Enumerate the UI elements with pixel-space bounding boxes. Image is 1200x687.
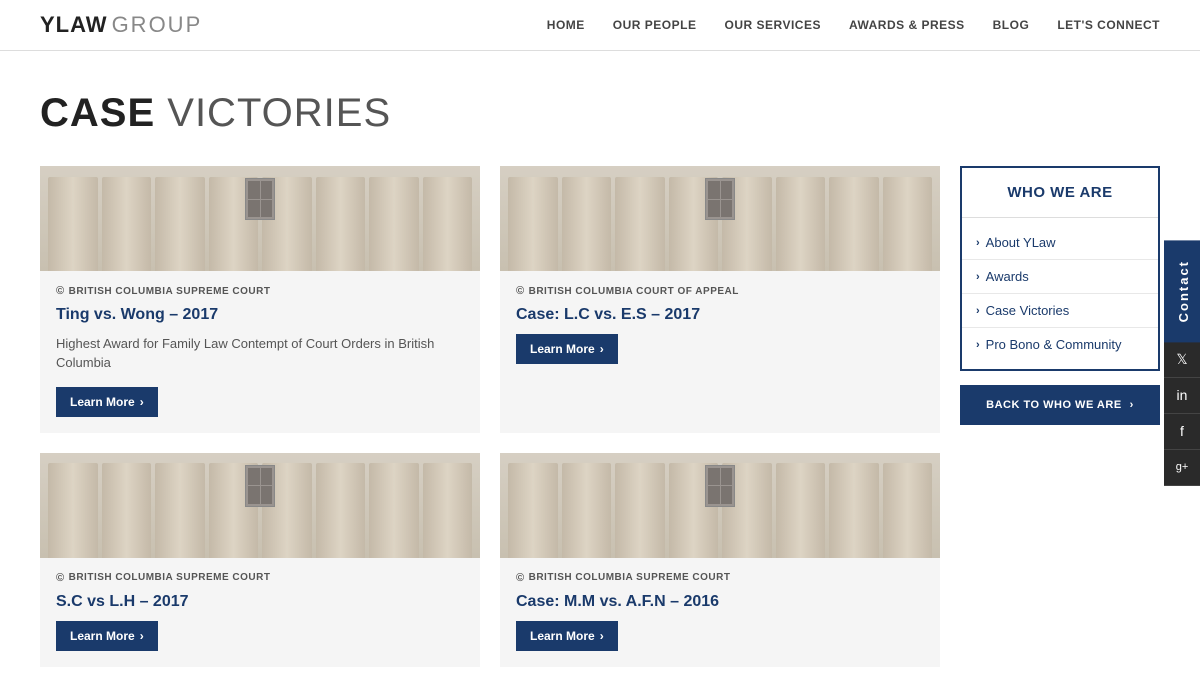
case-card: ©BRITISH COLUMBIA SUPREME COURT Ting vs. … <box>40 166 480 433</box>
social-icons: 𝕏infg+ <box>1164 342 1200 486</box>
case-image <box>40 453 480 558</box>
contact-bar: Contact 𝕏infg+ <box>1164 240 1200 486</box>
nav-item-our-people[interactable]: OUR PEOPLE <box>613 18 697 32</box>
chevron-right-icon: › <box>1130 399 1134 411</box>
case-title: Case: M.M vs. A.F.N – 2016 <box>516 592 924 613</box>
case-image <box>500 453 940 558</box>
logo-group: GROUP <box>112 12 203 38</box>
chevron-right-icon: › <box>976 305 980 317</box>
case-image <box>40 166 480 271</box>
page-title-light: VICTORIES <box>167 91 391 135</box>
nav-item-home[interactable]: HOME <box>547 18 585 32</box>
chevron-right-icon: › <box>976 339 980 351</box>
back-to-who-we-are-button[interactable]: BACK TO WHO WE ARE › <box>960 385 1160 425</box>
case-card: ©BRITISH COLUMBIA SUPREME COURT Case: M.M… <box>500 453 940 667</box>
back-button-label: BACK TO WHO WE ARE <box>986 399 1122 411</box>
case-title: Ting vs. Wong – 2017 <box>56 305 464 326</box>
contact-tab[interactable]: Contact <box>1164 240 1200 342</box>
sidebar-link-awards[interactable]: ›Awards <box>962 260 1158 294</box>
main-content: CASE VICTORIES ©BRITISH COLUMBIA SUPREME… <box>0 51 1200 687</box>
twitter-icon[interactable]: 𝕏 <box>1164 342 1200 378</box>
google-plus-icon[interactable]: g+ <box>1164 450 1200 486</box>
nav-item-our-services[interactable]: OUR SERVICES <box>724 18 820 32</box>
who-we-are-box: WHO WE ARE ›About YLaw›Awards›Case Victo… <box>960 166 1160 371</box>
logo: YLAW GROUP <box>40 12 202 38</box>
nav-item-lets-connect[interactable]: LET'S CONNECT <box>1057 18 1160 32</box>
logo-ylaw: YLAW <box>40 12 108 38</box>
learn-more-button[interactable]: Learn More › <box>56 387 158 417</box>
sidebar-link-case-victories[interactable]: ›Case Victories <box>962 294 1158 328</box>
case-card: ©BRITISH COLUMBIA COURT OF APPEAL Case: L… <box>500 166 940 433</box>
page-title-bold: CASE <box>40 91 155 135</box>
sidebar-link-about-ylaw[interactable]: ›About YLaw <box>962 226 1158 260</box>
case-card: ©BRITISH COLUMBIA SUPREME COURT S.C vs L.… <box>40 453 480 667</box>
case-title: Case: L.C vs. E.S – 2017 <box>516 305 924 326</box>
case-court: ©BRITISH COLUMBIA SUPREME COURT <box>56 572 464 584</box>
linkedin-icon[interactable]: in <box>1164 378 1200 414</box>
case-court: ©BRITISH COLUMBIA COURT OF APPEAL <box>516 285 924 297</box>
who-we-are-title: WHO WE ARE <box>962 168 1158 218</box>
case-description: Highest Award for Family Law Contempt of… <box>56 334 464 373</box>
nav-item-awards-press[interactable]: AWARDS & PRESS <box>849 18 965 32</box>
chevron-right-icon: › <box>976 271 980 283</box>
cases-grid: ©BRITISH COLUMBIA SUPREME COURT Ting vs. … <box>40 166 940 667</box>
learn-more-button[interactable]: Learn More › <box>516 334 618 364</box>
case-court: ©BRITISH COLUMBIA SUPREME COURT <box>56 285 464 297</box>
facebook-icon[interactable]: f <box>1164 414 1200 450</box>
who-we-are-links: ›About YLaw›Awards›Case Victories›Pro Bo… <box>962 218 1158 369</box>
main-nav: HOME OUR PEOPLE OUR SERVICES AWARDS & PRESS… <box>547 18 1160 32</box>
nav-item-blog[interactable]: BLOG <box>993 18 1030 32</box>
sidebar-link-pro-bono[interactable]: ›Pro Bono & Community <box>962 328 1158 361</box>
case-court: ©BRITISH COLUMBIA SUPREME COURT <box>516 572 924 584</box>
learn-more-button[interactable]: Learn More › <box>516 621 618 651</box>
case-image <box>500 166 940 271</box>
header: YLAW GROUP HOME OUR PEOPLE OUR SERVICES AWA… <box>0 0 1200 51</box>
learn-more-button[interactable]: Learn More › <box>56 621 158 651</box>
case-title: S.C vs L.H – 2017 <box>56 592 464 613</box>
chevron-right-icon: › <box>976 237 980 249</box>
page-title: CASE VICTORIES <box>40 91 1160 136</box>
content-layout: ©BRITISH COLUMBIA SUPREME COURT Ting vs. … <box>40 166 1160 667</box>
sidebar: WHO WE ARE ›About YLaw›Awards›Case Victo… <box>960 166 1160 667</box>
